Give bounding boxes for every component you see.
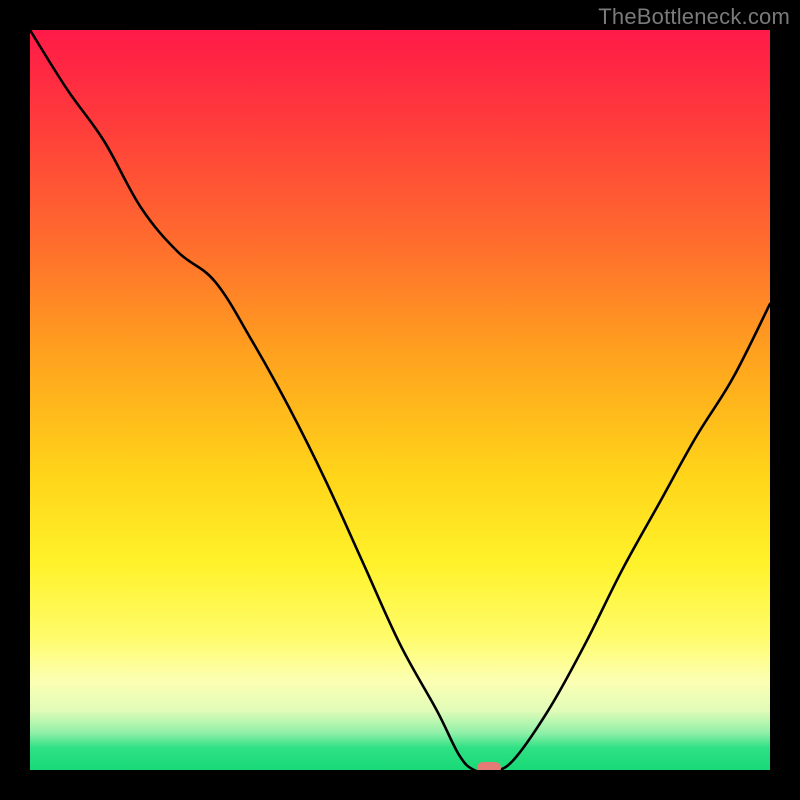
- curve-path: [30, 30, 770, 770]
- bottleneck-curve: [30, 30, 770, 770]
- chart-container: TheBottleneck.com: [0, 0, 800, 800]
- watermark-text: TheBottleneck.com: [598, 4, 790, 30]
- plot-area: [30, 30, 770, 770]
- optimal-marker: [477, 762, 501, 770]
